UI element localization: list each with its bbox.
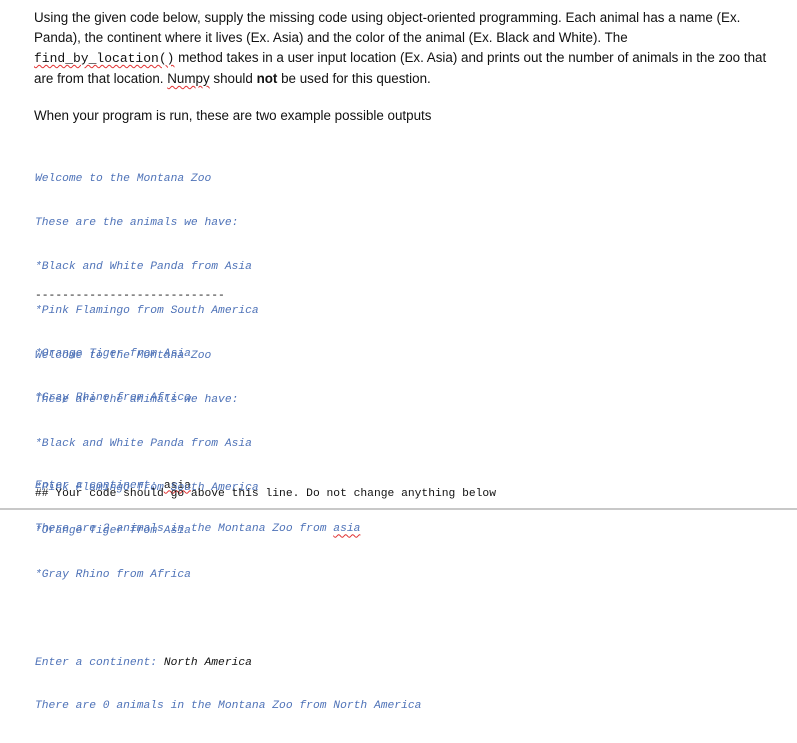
console-line: *Black and White Panda from Asia xyxy=(35,437,252,450)
document-page: Using the given code below, supply the m… xyxy=(0,0,797,712)
separator-line: ---------------------------- xyxy=(35,290,225,302)
intro-text: When your program is run, these are two … xyxy=(34,108,432,123)
question-text-4: be used for this question. xyxy=(277,71,431,86)
question-text-3: should xyxy=(209,71,257,86)
not-emphasis: not xyxy=(256,71,278,86)
example-output-2: Welcome to the Montana Zoo These are the… xyxy=(35,320,421,743)
question-paragraph: Using the given code below, supply the m… xyxy=(34,8,774,89)
question-text-1: Using the given code below, supply the m… xyxy=(34,10,741,45)
prompt-label: Enter a continent: xyxy=(35,656,164,669)
console-line: These are the animals we have: xyxy=(35,393,239,406)
prompt-line: Enter a continent: North America xyxy=(35,656,421,671)
console-line: These are the animals we have: xyxy=(35,216,239,229)
console-line: Welcome to the Montana Zoo xyxy=(35,173,212,186)
user-input: North America xyxy=(163,656,252,669)
console-line: *Gray Rhino from Africa xyxy=(35,569,191,582)
numpy-word: Numpy xyxy=(167,71,210,86)
method-name: find_by_location() xyxy=(34,51,175,66)
result-line: There are 0 animals in the Montana Zoo f… xyxy=(35,700,422,713)
console-line: *Orange Tiger from Asia xyxy=(35,525,191,538)
code-comment: ## Your code should go above this line. … xyxy=(35,488,496,500)
console-line: *Black and White Panda from Asia xyxy=(35,260,252,273)
console-line: Welcome to the Montana Zoo xyxy=(35,350,212,363)
console-line: *Pink Flamingo from South America xyxy=(35,304,259,317)
